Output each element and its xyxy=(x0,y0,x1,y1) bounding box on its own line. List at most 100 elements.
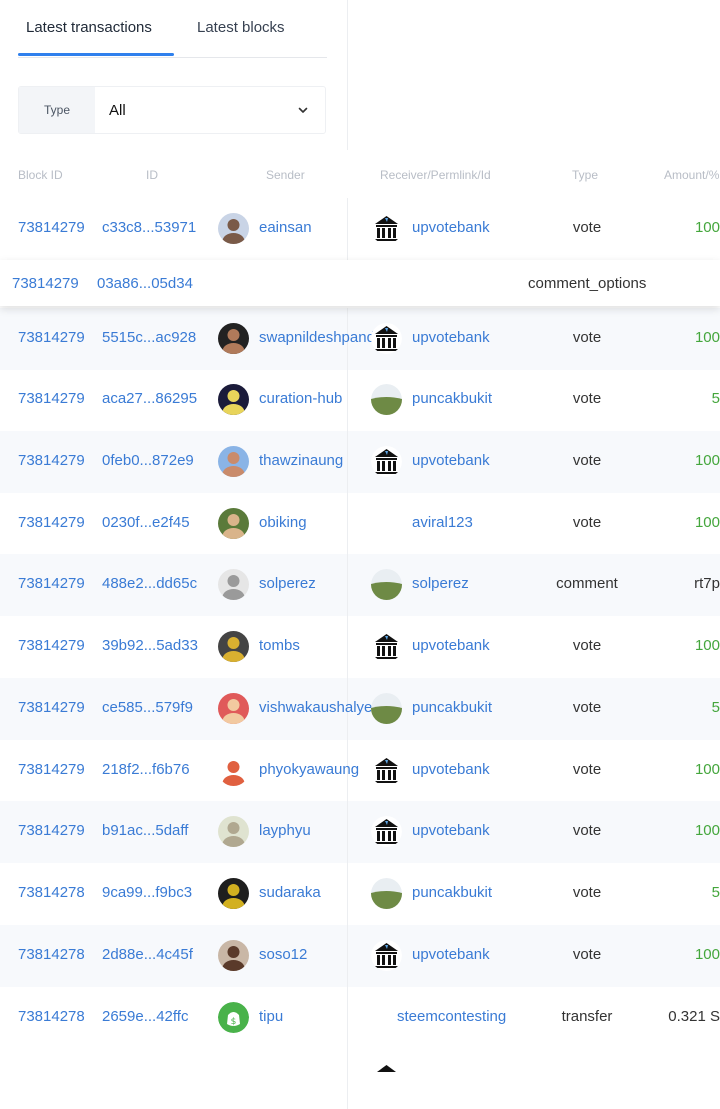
sender-avatar[interactable] xyxy=(218,816,249,847)
sender-avatar[interactable]: $ xyxy=(218,1002,249,1033)
sender-avatar[interactable] xyxy=(218,323,249,354)
transaction-id-link[interactable]: 0feb0...872e9 xyxy=(102,452,194,469)
block-id-link[interactable]: 73814278 xyxy=(18,1008,85,1025)
bank-icon[interactable] xyxy=(371,631,402,662)
block-id-link[interactable]: 73814278 xyxy=(18,946,85,963)
table-row[interactable]: 73814278 2d88e...4c45f soso12 upvotebank vot… xyxy=(0,925,720,987)
transaction-type: vote xyxy=(572,329,602,346)
transaction-id-link[interactable]: b91ac...5daff xyxy=(102,822,188,839)
table-row[interactable]: 73814279 488e2...dd65c solperez solperez com… xyxy=(0,554,720,616)
sender-link[interactable]: eainsan xyxy=(259,219,312,236)
table-row[interactable]: 73814278 9ca99...f9bc3 sudaraka puncakbukit… xyxy=(0,863,720,925)
landscape-avatar-icon[interactable] xyxy=(371,569,402,600)
table-row[interactable]: 73814279 b91ac...5daff layphyu upvotebank vo… xyxy=(0,801,720,863)
sender-link[interactable]: thawzinaung xyxy=(259,452,343,469)
receiver-link[interactable]: upvotebank xyxy=(412,637,490,654)
transaction-id-link[interactable]: 0230f...e2f45 xyxy=(102,514,190,531)
receiver-link[interactable]: puncakbukit xyxy=(412,884,492,901)
table-row[interactable]: 73814279 5515c...ac928 swapnildeshpande upv… xyxy=(0,308,720,370)
sender-link[interactable]: swapnildeshpande xyxy=(259,329,373,346)
table-row[interactable] xyxy=(0,1047,720,1109)
receiver-link[interactable]: aviral123 xyxy=(412,514,473,531)
block-id-link[interactable]: 73814279 xyxy=(18,390,85,407)
chevron-down-icon[interactable] xyxy=(297,104,309,116)
bank-icon[interactable] xyxy=(371,755,402,786)
block-id-link[interactable]: 73814279 xyxy=(18,452,85,469)
block-id-link[interactable]: 73814278 xyxy=(18,884,85,901)
table-row[interactable]: 73814279 0230f...e2f45 obiking aviral123 vot… xyxy=(0,493,720,555)
tab-latest-blocks[interactable]: Latest blocks xyxy=(197,19,285,36)
landscape-avatar-icon[interactable] xyxy=(371,384,402,415)
receiver-link[interactable]: upvotebank xyxy=(412,219,490,236)
transaction-id-link[interactable]: c33c8...53971 xyxy=(102,219,196,236)
sender-avatar[interactable] xyxy=(218,878,249,909)
bank-icon[interactable] xyxy=(371,323,402,354)
table-row[interactable]: 73814278 2659e...42ffc $ tipu steemcontestin… xyxy=(0,987,720,1049)
table-row[interactable]: 73814279 aca27...86295 curation-hub puncakb… xyxy=(0,369,720,431)
block-id-link[interactable]: 73814279 xyxy=(18,822,85,839)
sender-avatar[interactable] xyxy=(218,755,249,786)
table-row[interactable]: 73814279 c33c8...53971 eainsan upvotebank vo… xyxy=(0,198,720,260)
receiver-link[interactable]: upvotebank xyxy=(412,329,490,346)
receiver-link[interactable]: puncakbukit xyxy=(412,390,492,407)
bank-icon[interactable] xyxy=(371,446,402,477)
block-id-link[interactable]: 73814279 xyxy=(12,275,79,292)
sender-link[interactable]: phyokyawaung xyxy=(259,761,359,778)
receiver-link[interactable]: upvotebank xyxy=(412,822,490,839)
bank-icon[interactable] xyxy=(371,816,402,847)
table-row[interactable]: 73814279 218f2...f6b76 phyokyawaung upvoteb… xyxy=(0,740,720,802)
transaction-type: vote xyxy=(572,452,602,469)
sender-link[interactable]: curation-hub xyxy=(259,390,342,407)
transaction-id-link[interactable]: 9ca99...f9bc3 xyxy=(102,884,192,901)
bank-icon[interactable] xyxy=(371,940,402,971)
block-id-link[interactable]: 73814279 xyxy=(18,219,85,236)
table-row[interactable]: 73814279 ce585...579f9 vishwakaushalyeha pu… xyxy=(0,678,720,740)
sender-link[interactable]: sudaraka xyxy=(259,884,321,901)
block-id-link[interactable]: 73814279 xyxy=(18,637,85,654)
receiver-link[interactable]: upvotebank xyxy=(412,761,490,778)
block-id-link[interactable]: 73814279 xyxy=(18,761,85,778)
sender-avatar[interactable] xyxy=(218,508,249,539)
sender-link[interactable]: obiking xyxy=(259,514,307,531)
bank-icon[interactable] xyxy=(371,213,402,244)
transaction-id-link[interactable]: 39b92...5ad33 xyxy=(102,637,198,654)
sender-avatar[interactable] xyxy=(218,631,249,662)
transaction-id-link[interactable]: 03a86...05d34 xyxy=(97,275,193,292)
block-id-link[interactable]: 73814279 xyxy=(18,514,85,531)
receiver-link[interactable]: puncakbukit xyxy=(412,699,492,716)
sender-link[interactable]: tombs xyxy=(259,637,300,654)
transaction-id-link[interactable]: aca27...86295 xyxy=(102,390,197,407)
transaction-id-link[interactable]: 218f2...f6b76 xyxy=(102,761,190,778)
block-id-link[interactable]: 73814279 xyxy=(18,329,85,346)
sender-avatar[interactable] xyxy=(218,213,249,244)
receiver-link[interactable]: steemcontesting xyxy=(397,1008,506,1025)
sender-link[interactable]: soso12 xyxy=(259,946,307,963)
landscape-avatar-icon[interactable] xyxy=(371,878,402,909)
transaction-id-link[interactable]: 2d88e...4c45f xyxy=(102,946,193,963)
receiver-link[interactable]: upvotebank xyxy=(412,452,490,469)
transaction-id-link[interactable]: 488e2...dd65c xyxy=(102,575,197,592)
sender-avatar[interactable] xyxy=(218,569,249,600)
receiver-link[interactable]: upvotebank xyxy=(412,946,490,963)
transaction-id-link[interactable]: ce585...579f9 xyxy=(102,699,193,716)
sender-link[interactable]: layphyu xyxy=(259,822,311,839)
sender-link[interactable]: vishwakaushalyeha xyxy=(259,699,373,716)
sender-avatar[interactable] xyxy=(218,384,249,415)
block-id-link[interactable]: 73814279 xyxy=(18,575,85,592)
transaction-id-link[interactable]: 5515c...ac928 xyxy=(102,329,196,346)
block-id-link[interactable]: 73814279 xyxy=(18,699,85,716)
table-row[interactable]: 73814279 0feb0...872e9 thawzinaung upvoteba… xyxy=(0,431,720,493)
sender-avatar[interactable] xyxy=(218,693,249,724)
type-filter-value[interactable]: All xyxy=(109,102,126,119)
type-filter-select[interactable]: Type All xyxy=(18,86,326,134)
table-row[interactable]: 73814279 39b92...5ad33 tombs upvotebank vote… xyxy=(0,616,720,678)
transaction-id-link[interactable]: 2659e...42ffc xyxy=(102,1008,188,1025)
receiver-link[interactable]: solperez xyxy=(412,575,469,592)
sender-link[interactable]: tipu xyxy=(259,1008,283,1025)
sender-avatar[interactable] xyxy=(218,940,249,971)
tab-latest-transactions[interactable]: Latest transactions xyxy=(26,19,152,36)
sender-avatar[interactable] xyxy=(218,446,249,477)
sender-link[interactable]: solperez xyxy=(259,575,316,592)
landscape-avatar-icon[interactable] xyxy=(371,693,402,724)
table-row-highlighted[interactable]: 73814279 03a86...05d34 comment_options xyxy=(0,260,720,306)
